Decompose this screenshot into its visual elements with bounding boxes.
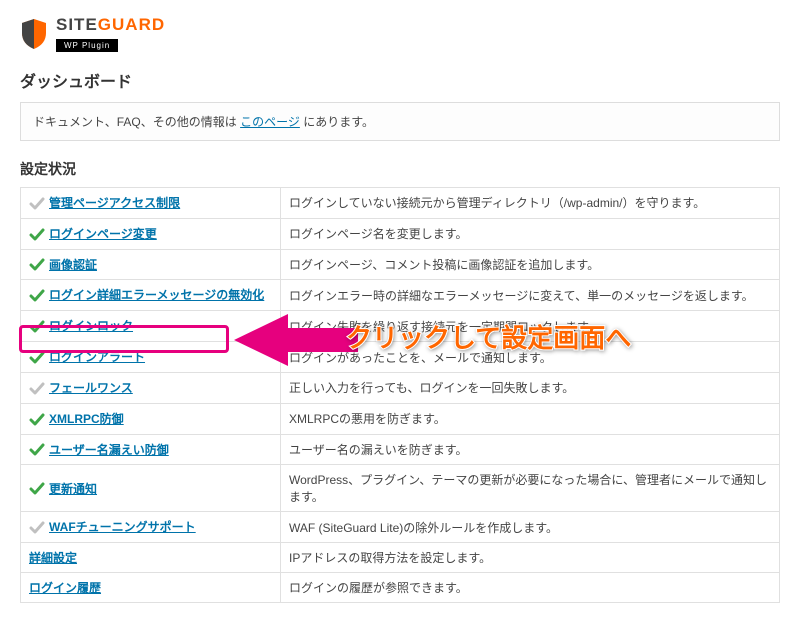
logo-text-site: SITE: [56, 15, 98, 34]
status-enabled-icon: [29, 442, 45, 458]
table-row: フェールワンス 正しい入力を行っても、ログインを一回失敗します。: [21, 372, 780, 403]
status-enabled-icon: [29, 481, 45, 497]
feature-desc: WAF (SiteGuard Lite)の除外ルールを作成します。: [281, 512, 780, 543]
feature-link[interactable]: ログイン履歴: [29, 581, 101, 595]
feature-link[interactable]: 画像認証: [49, 258, 97, 272]
logo-text-guard: GUARD: [98, 15, 165, 34]
table-row: ログインロック ログイン失敗を繰り返す接続元を一定期間ロックします。: [21, 311, 780, 342]
feature-link[interactable]: XMLRPC防御: [49, 412, 124, 426]
table-row: ログイン詳細エラーメッセージの無効化 ログインエラー時の詳細なエラーメッセージに変…: [21, 280, 780, 311]
table-row: WAFチューニングサポート WAF (SiteGuard Lite)の除外ルールを…: [21, 512, 780, 543]
table-row: 管理ページアクセス制限 ログインしていない接続元から管理ディレクトリ（/wp-ad…: [21, 188, 780, 219]
status-enabled-icon: [29, 288, 45, 304]
feature-link[interactable]: ログインページ変更: [49, 227, 157, 241]
feature-name-cell: XMLRPC防御: [21, 403, 281, 434]
feature-link[interactable]: ログイン詳細エラーメッセージの無効化: [49, 288, 264, 302]
status-disabled-icon: [29, 196, 45, 212]
status-enabled-icon: [29, 412, 45, 428]
plugin-logo: SITEGUARD WP Plugin: [20, 15, 780, 53]
feature-name-cell: ログイン履歴: [21, 573, 281, 603]
feature-name-cell: 詳細設定: [21, 543, 281, 573]
feature-name-cell: ログインアラート: [21, 342, 281, 373]
feature-name-cell: ユーザー名漏えい防御: [21, 434, 281, 465]
docs-link[interactable]: このページ: [240, 115, 300, 129]
shield-icon: [20, 18, 48, 50]
feature-desc: WordPress、プラグイン、テーマの更新が必要になった場合に、管理者にメール…: [281, 465, 780, 512]
feature-link[interactable]: ログインアラート: [49, 350, 145, 364]
table-row: ログインアラート ログインがあったことを、メールで通知します。: [21, 342, 780, 373]
settings-table: 管理ページアクセス制限 ログインしていない接続元から管理ディレクトリ（/wp-ad…: [20, 187, 780, 603]
feature-desc: ログインがあったことを、メールで通知します。: [281, 342, 780, 373]
feature-desc: ログインしていない接続元から管理ディレクトリ（/wp-admin/）を守ります。: [281, 188, 780, 219]
section-title: 設定状況: [20, 159, 780, 179]
feature-name-cell: フェールワンス: [21, 372, 281, 403]
table-row: 詳細設定 IPアドレスの取得方法を設定します。: [21, 543, 780, 573]
feature-link[interactable]: フェールワンス: [49, 381, 133, 395]
feature-desc: XMLRPCの悪用を防ぎます。: [281, 403, 780, 434]
table-row: ログイン履歴 ログインの履歴が参照できます。: [21, 573, 780, 603]
notice-prefix: ドキュメント、FAQ、その他の情報は: [33, 115, 240, 129]
feature-desc: ログインエラー時の詳細なエラーメッセージに変えて、単一のメッセージを返します。: [281, 280, 780, 311]
feature-name-cell: 画像認証: [21, 249, 281, 280]
feature-name-cell: WAFチューニングサポート: [21, 512, 281, 543]
status-enabled-icon: [29, 227, 45, 243]
logo-subtitle: WP Plugin: [56, 39, 118, 52]
feature-desc: ログインの履歴が参照できます。: [281, 573, 780, 603]
logo-text-block: SITEGUARD WP Plugin: [56, 15, 165, 53]
feature-link[interactable]: 管理ページアクセス制限: [49, 196, 180, 210]
table-row: ログインページ変更 ログインページ名を変更します。: [21, 218, 780, 249]
feature-link[interactable]: ユーザー名漏えい防御: [49, 443, 169, 457]
status-enabled-icon: [29, 319, 45, 335]
feature-desc: ログインページ名を変更します。: [281, 218, 780, 249]
table-row: 更新通知 WordPress、プラグイン、テーマの更新が必要になった場合に、管理者…: [21, 465, 780, 512]
status-disabled-icon: [29, 520, 45, 536]
feature-desc: ユーザー名の漏えいを防ぎます。: [281, 434, 780, 465]
feature-name-cell: ログイン詳細エラーメッセージの無効化: [21, 280, 281, 311]
table-row: XMLRPC防御 XMLRPCの悪用を防ぎます。: [21, 403, 780, 434]
feature-name-cell: 管理ページアクセス制限: [21, 188, 281, 219]
table-row: 画像認証 ログインページ、コメント投稿に画像認証を追加します。: [21, 249, 780, 280]
info-notice: ドキュメント、FAQ、その他の情報は このページ にあります。: [20, 102, 780, 141]
feature-link[interactable]: ログインロック: [49, 319, 133, 333]
table-row: ユーザー名漏えい防御 ユーザー名の漏えいを防ぎます。: [21, 434, 780, 465]
feature-link[interactable]: 詳細設定: [29, 551, 77, 565]
notice-suffix: にあります。: [300, 115, 374, 129]
status-enabled-icon: [29, 350, 45, 366]
feature-desc: 正しい入力を行っても、ログインを一回失敗します。: [281, 372, 780, 403]
feature-desc: IPアドレスの取得方法を設定します。: [281, 543, 780, 573]
feature-link[interactable]: 更新通知: [49, 482, 97, 496]
feature-desc: ログイン失敗を繰り返す接続元を一定期間ロックします。: [281, 311, 780, 342]
status-disabled-icon: [29, 381, 45, 397]
feature-name-cell: ログインロック: [21, 311, 281, 342]
page-title: ダッシュボード: [20, 68, 780, 92]
feature-name-cell: 更新通知: [21, 465, 281, 512]
status-enabled-icon: [29, 257, 45, 273]
feature-link[interactable]: WAFチューニングサポート: [49, 520, 196, 534]
feature-desc: ログインページ、コメント投稿に画像認証を追加します。: [281, 249, 780, 280]
feature-name-cell: ログインページ変更: [21, 218, 281, 249]
